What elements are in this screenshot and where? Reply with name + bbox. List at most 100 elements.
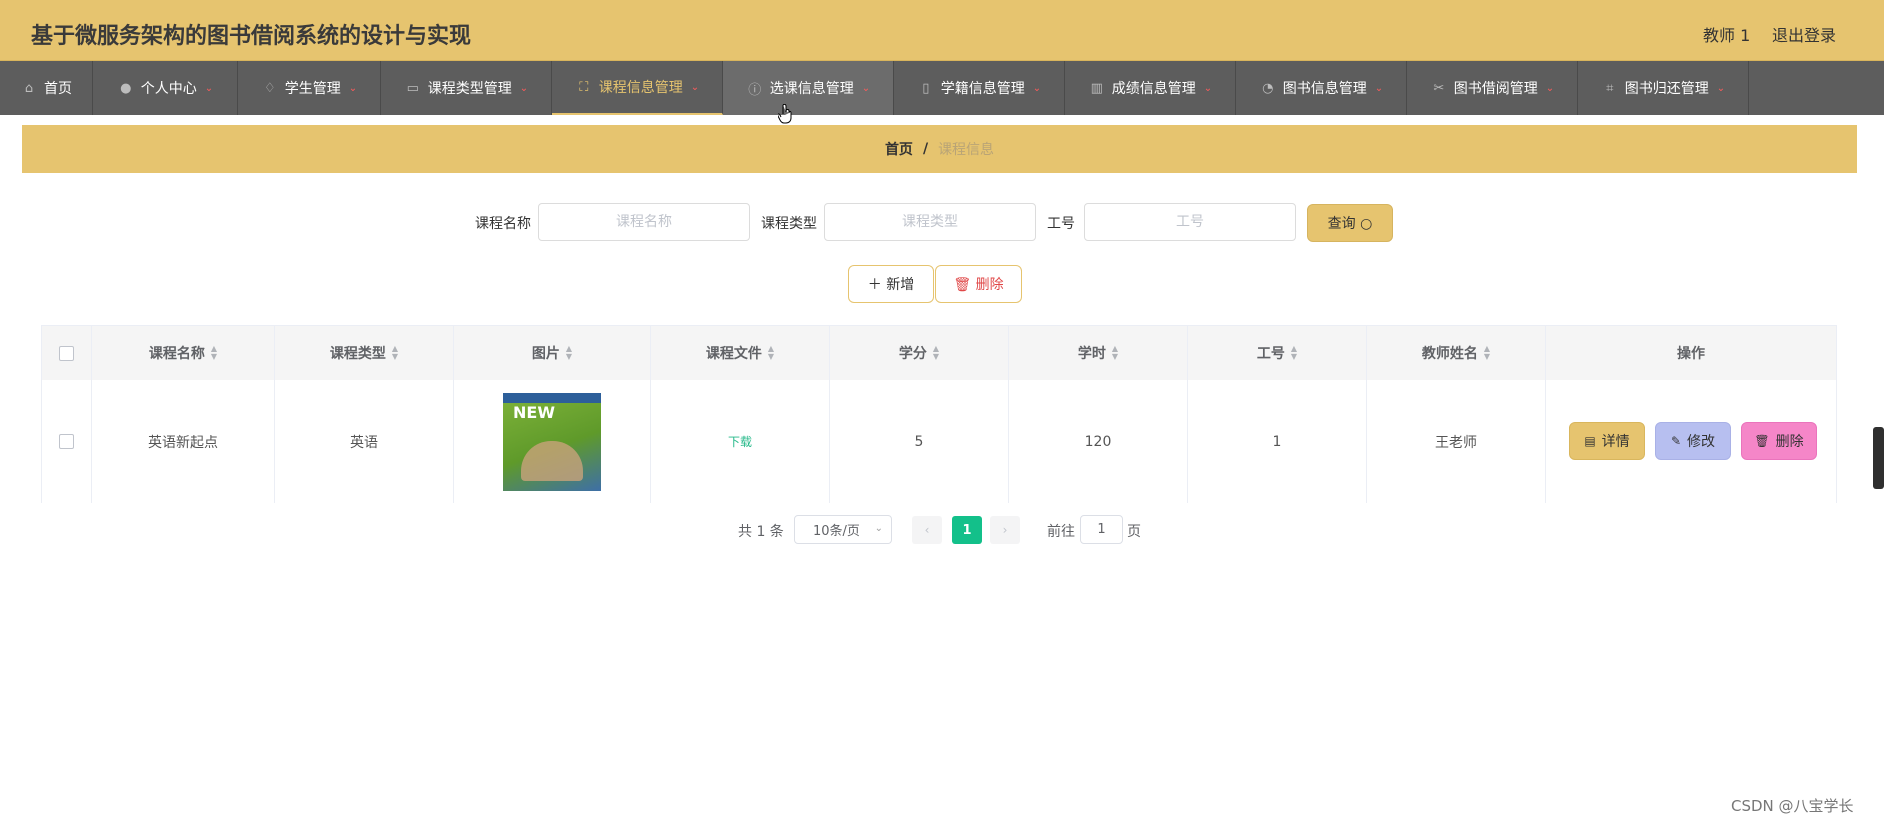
nav-item-book-borrow-management[interactable]: ✂ 图书借阅管理 ⌄ <box>1407 61 1578 115</box>
page-number-1[interactable]: 1 <box>952 516 982 544</box>
sort-icon[interactable]: ▲ ▼ <box>211 345 217 361</box>
logout-link[interactable]: 退出登录 <box>1772 22 1836 46</box>
table-row: 英语新起点 英语 NEW 下载 5 120 1 王老师 ▤ 详情 ✎ 修改 🗑 … <box>42 380 1836 503</box>
column-header-course-name[interactable]: 课程名称 ▲ ▼ <box>92 326 275 380</box>
nav-item-course-type-management[interactable]: ▭ 课程类型管理 ⌄ <box>381 61 552 115</box>
page-suffix-label: 页 <box>1127 524 1141 540</box>
breadcrumb-home-link[interactable]: 首页 <box>885 139 913 159</box>
column-header-label: 工号 <box>1256 346 1285 362</box>
chevron-left-icon: ‹ <box>924 523 930 537</box>
chevron-down-icon: ⌄ <box>519 82 529 94</box>
cell-staff-no: 1 <box>1188 380 1367 503</box>
edit-button[interactable]: ✎ 修改 <box>1655 422 1731 460</box>
edit-button-label: 修改 <box>1687 434 1716 450</box>
row-checkbox[interactable] <box>59 434 74 449</box>
app-header: 基于微服务架构的图书借阅系统的设计与实现 教师 1 退出登录 <box>0 0 1884 61</box>
table-header: 课程名称 ▲ ▼ 课程类型 ▲ ▼ 图片 ▲ ▼ 课程文件 ▲ ▼ 学分 ▲ ▼ 学时 ▲… <box>42 326 1836 381</box>
crop-icon: ⌗ <box>1606 80 1614 96</box>
nav-item-book-info-management[interactable]: ◔ 图书信息管理 ⌄ <box>1236 61 1407 115</box>
column-header-course-file[interactable]: 课程文件 ▲ ▼ <box>651 326 830 380</box>
cell-course-file: 下载 <box>651 380 830 503</box>
nav-item-label: 个人中心 <box>140 81 197 97</box>
nav-item-label: 图书信息管理 <box>1282 81 1367 97</box>
nav-item-book-return-management[interactable]: ⌗ 图书归还管理 ⌄ <box>1578 61 1749 115</box>
sort-icon[interactable]: ▲ ▼ <box>768 345 774 361</box>
column-header-actions: 操作 <box>1546 326 1836 380</box>
breadcrumb: 首页 / 课程信息 <box>22 125 1857 173</box>
current-user[interactable]: 教师 1 <box>1703 22 1750 46</box>
info-icon: ⓘ <box>748 82 762 98</box>
ticket-icon: ✂ <box>1433 80 1445 96</box>
column-header-label: 课程类型 <box>329 346 386 362</box>
chevron-down-icon: ⌄ <box>1032 82 1042 94</box>
course-cover-image[interactable]: NEW <box>503 392 601 491</box>
cell-course-type: 英语 <box>275 380 454 503</box>
next-page-button[interactable]: › <box>990 516 1020 544</box>
mobile-icon: ▯ <box>922 80 930 96</box>
nav-item-home[interactable]: ⌂ 首页 <box>0 61 93 115</box>
nav-item-enrollment-management[interactable]: ⓘ 选课信息管理 ⌄ <box>723 61 894 115</box>
column-header-staff-no[interactable]: 工号 ▲ ▼ <box>1188 326 1367 380</box>
cell-teacher: 王老师 <box>1367 380 1546 503</box>
nav-item-grade-management[interactable]: ▥ 成绩信息管理 ⌄ <box>1065 61 1236 115</box>
staff-no-input[interactable] <box>1084 203 1296 241</box>
nav-item-label: 图书借阅管理 <box>1453 81 1538 97</box>
app-title: 基于微服务架构的图书借阅系统的设计与实现 <box>31 24 472 49</box>
fullscreen-icon: ⛶ <box>579 79 589 95</box>
delete-button[interactable]: 🗑 删除 <box>1741 422 1817 460</box>
cell-credit: 5 <box>830 380 1009 503</box>
document-icon: ▤ <box>1584 434 1596 448</box>
column-header-label: 课程名称 <box>148 346 205 362</box>
staff-no-label: 工号 <box>1047 216 1075 232</box>
select-all-checkbox[interactable] <box>59 345 74 361</box>
column-header-label: 图片 <box>531 346 560 362</box>
column-header-teacher[interactable]: 教师姓名 ▲ ▼ <box>1367 326 1546 380</box>
sort-icon[interactable]: ▲ ▼ <box>1112 345 1118 361</box>
column-header-hours[interactable]: 学时 ▲ ▼ <box>1009 326 1188 380</box>
compass-icon: ◔ <box>1262 80 1274 96</box>
sort-icon[interactable]: ▲ ▼ <box>1484 345 1490 361</box>
column-header-credit[interactable]: 学分 ▲ ▼ <box>830 326 1009 380</box>
column-header-image[interactable]: 图片 ▲ ▼ <box>454 326 651 380</box>
books-icon: ▥ <box>1090 80 1103 96</box>
nav-item-label: 首页 <box>44 81 72 97</box>
breadcrumb-current: 课程信息 <box>938 142 995 158</box>
chevron-down-icon: ⌄ <box>348 82 358 94</box>
sort-icon[interactable]: ▲ ▼ <box>566 345 572 361</box>
course-type-label: 课程类型 <box>761 216 817 232</box>
query-button[interactable]: 查询 ○ <box>1307 204 1393 242</box>
add-button[interactable]: ＋ 新增 <box>848 265 934 303</box>
cell-hours: 120 <box>1009 380 1188 503</box>
nav-item-student-status-management[interactable]: ▯ 学籍信息管理 ⌄ <box>894 61 1065 115</box>
column-header-label: 操作 <box>1677 346 1705 362</box>
pencil-icon: ✎ <box>1670 434 1682 448</box>
nav-item-label: 选课信息管理 <box>769 81 854 97</box>
prev-page-button[interactable]: ‹ <box>912 516 942 544</box>
nav-item-label: 成绩信息管理 <box>1111 81 1196 97</box>
chevron-down-icon: ⌄ <box>874 523 883 534</box>
course-type-input[interactable] <box>824 203 1036 241</box>
nav-item-label: 图书归还管理 <box>1624 81 1709 97</box>
column-header-course-type[interactable]: 课程类型 ▲ ▼ <box>275 326 454 380</box>
sort-icon[interactable]: ▲ ▼ <box>392 345 398 361</box>
page-size-select[interactable]: 10条/页 ⌄ <box>794 515 892 544</box>
course-name-input[interactable] <box>538 203 750 241</box>
scrollbar-thumb[interactable] <box>1873 427 1884 489</box>
nav-item-personal-center[interactable]: ● 个人中心 ⌄ <box>93 61 238 115</box>
column-header-label: 学时 <box>1077 346 1106 362</box>
chevron-down-icon: ⌄ <box>690 81 700 93</box>
chevron-down-icon: ⌄ <box>1545 82 1555 94</box>
detail-button[interactable]: ▤ 详情 <box>1569 422 1645 460</box>
batch-delete-button[interactable]: 🗑 删除 <box>935 265 1022 303</box>
nav-item-course-info-management[interactable]: ⛶ 课程信息管理 ⌄ <box>552 61 723 115</box>
nav-item-student-management[interactable]: ♢ 学生管理 ⌄ <box>238 61 381 115</box>
course-table: 课程名称 ▲ ▼ 课程类型 ▲ ▼ 图片 ▲ ▼ 课程文件 ▲ ▼ 学分 ▲ ▼ 学时 ▲… <box>41 325 1837 503</box>
download-link[interactable]: 下载 <box>728 433 752 450</box>
sort-icon[interactable]: ▲ ▼ <box>933 345 939 361</box>
trash-icon: 🗑 <box>1754 434 1770 448</box>
select-all-cell <box>42 326 92 380</box>
chevron-down-icon: ⌄ <box>861 82 871 94</box>
goto-page-input[interactable] <box>1080 515 1123 544</box>
sort-icon[interactable]: ▲ ▼ <box>1291 345 1297 361</box>
chevron-down-icon: ⌄ <box>1716 82 1726 94</box>
